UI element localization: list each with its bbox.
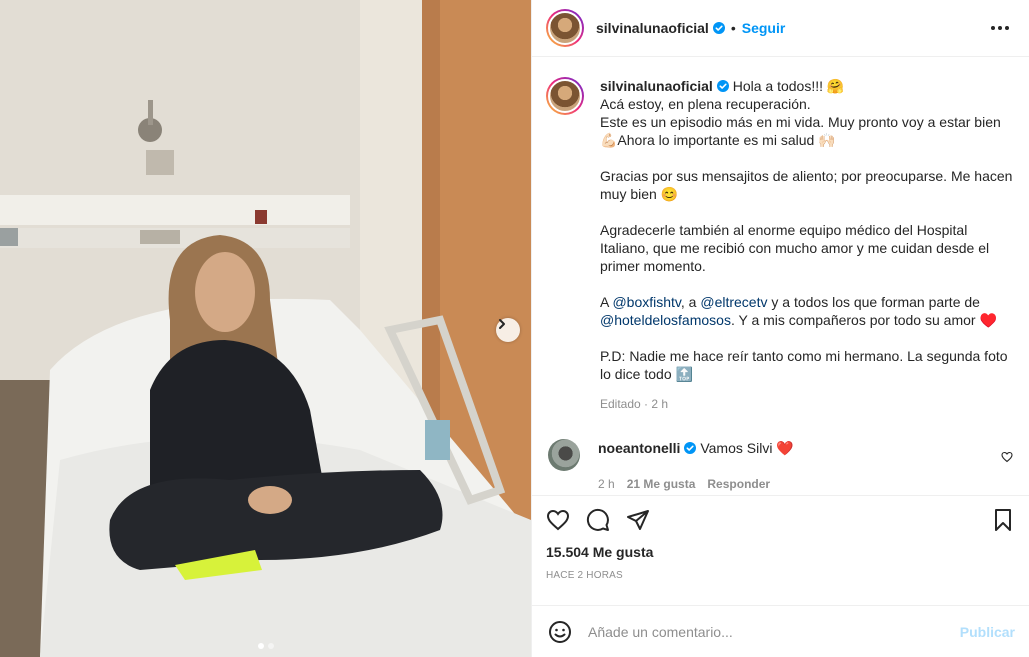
caption-text: A (600, 294, 613, 310)
comment-bubble-icon[interactable] (586, 508, 610, 532)
carousel-dot (257, 643, 264, 649)
caption-body: silvinalunaoficial Hola a todos!!! 🤗 Acá… (600, 77, 1013, 413)
next-slide-button[interactable] (496, 318, 520, 342)
post-photo[interactable] (0, 0, 531, 657)
verified-badge-icon (716, 80, 729, 92)
comment-like-heart-icon[interactable] (1001, 451, 1013, 463)
add-comment-bar: Publicar (532, 605, 1029, 657)
caption-text: . Y a mis compañeros por todo su amor ♥️ (730, 312, 997, 328)
caption-line: Acá estoy, en plena recuperación. (600, 96, 811, 112)
caption-paragraph-5: P.D: Nadie me hace reír tanto como mi he… (600, 348, 1008, 382)
comment-input[interactable] (588, 623, 960, 640)
comment-time[interactable]: 2 h (598, 477, 615, 491)
caption-paragraph-4: A @boxfishtv, a @eltrecetv y a todos los… (600, 293, 1013, 329)
comment-body: noeantonelli Vamos Silvi ❤️ 2 h 21 Me gu… (598, 439, 1001, 491)
comment-text-row: noeantonelli Vamos Silvi ❤️ (598, 440, 1001, 457)
separator-dot: • (730, 20, 736, 36)
header-username[interactable]: silvinalunaoficial (596, 20, 709, 36)
caption-paragraph-1: silvinalunaoficial Hola a todos!!! 🤗 Acá… (600, 77, 1013, 149)
caption-paragraph-3: Agradecerle también al enorme equipo méd… (600, 222, 990, 274)
follow-button[interactable]: Seguir (742, 20, 786, 36)
post-actions: 15.504 Me gusta HACE 2 HORAS (532, 495, 1029, 605)
carousel-dots (0, 643, 531, 649)
comment-username[interactable]: noeantonelli (598, 440, 680, 456)
chevron-right-icon (499, 319, 505, 329)
avatar[interactable] (548, 439, 580, 471)
avatar[interactable] (546, 9, 584, 47)
reply-button[interactable]: Responder (707, 477, 770, 491)
caption-line: Hola a todos!!! 🤗 (732, 78, 845, 94)
comment-actions: 2 h 21 Me gusta Responder (598, 477, 1001, 491)
verified-badge-icon (684, 442, 697, 454)
comment-text: Vamos Silvi ❤️ (700, 440, 794, 456)
mention-link[interactable]: @boxfishtv (612, 294, 680, 310)
likes-count[interactable]: 15.504 Me gusta (546, 544, 1015, 560)
publish-button[interactable]: Publicar (960, 624, 1015, 640)
post-side-panel: silvinalunaoficial • Seguir silvinalunao… (531, 0, 1029, 657)
comment-item: noeantonelli Vamos Silvi ❤️ 2 h 21 Me gu… (546, 439, 1013, 491)
comment-likes[interactable]: 21 Me gusta (627, 477, 696, 491)
share-paper-plane-icon[interactable] (626, 508, 650, 532)
caption-meta: Editado · 2 h (600, 397, 669, 411)
carousel-dot (267, 643, 274, 649)
avatar[interactable] (546, 77, 584, 115)
caption-paragraph-2: Gracias por sus mensajitos de aliento; p… (600, 168, 1013, 202)
post-header: silvinalunaoficial • Seguir (532, 0, 1029, 57)
post-dialog: silvinalunaoficial • Seguir silvinalunao… (0, 0, 1029, 657)
bookmark-icon[interactable] (991, 508, 1015, 532)
mention-link[interactable]: @hoteldelosfamosos (600, 312, 731, 328)
caption: silvinalunaoficial Hola a todos!!! 🤗 Acá… (546, 77, 1013, 413)
caption-text: y a todos los que forman parte de (767, 294, 980, 310)
like-heart-icon[interactable] (546, 508, 570, 532)
caption-username[interactable]: silvinalunaoficial (600, 78, 713, 94)
verified-badge-icon (712, 22, 725, 34)
caption-line: Este es un episodio más en mi vida. Muy … (600, 114, 1001, 148)
more-options-icon[interactable] (985, 20, 1015, 36)
mention-link[interactable]: @eltrecetv (700, 294, 767, 310)
hospital-photo-image (0, 0, 531, 657)
post-timestamp[interactable]: HACE 2 HORAS (546, 570, 1015, 581)
comments-section: silvinalunaoficial Hola a todos!!! 🤗 Acá… (532, 57, 1029, 495)
action-icons (546, 508, 1015, 532)
caption-text: , a (680, 294, 701, 310)
emoji-icon[interactable] (548, 620, 572, 644)
